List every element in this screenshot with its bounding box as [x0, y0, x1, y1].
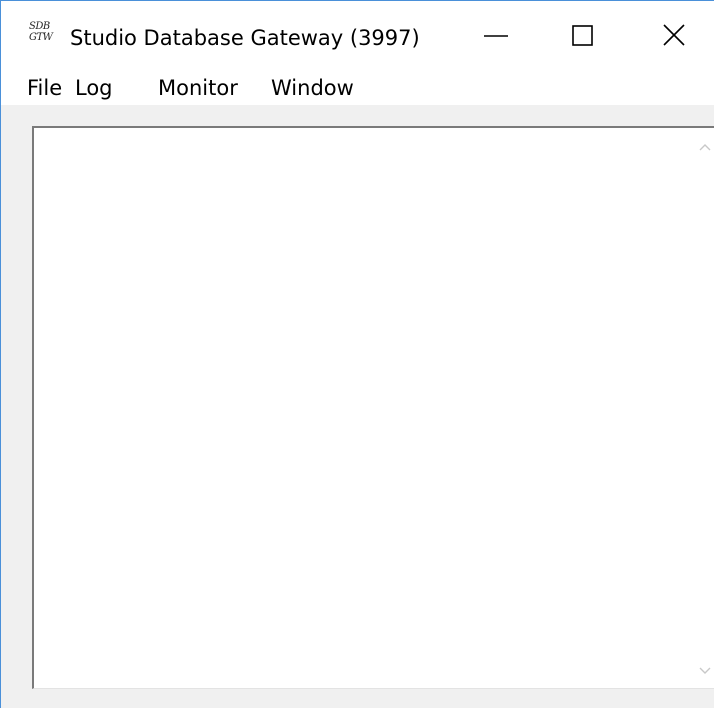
maximize-icon [572, 25, 593, 46]
close-icon [663, 24, 685, 46]
app-window: SDB GTW Studio Database Gateway (3997) F… [0, 0, 714, 708]
menu-bar: File Log Monitor Window [1, 63, 714, 105]
client-area [1, 105, 714, 708]
maximize-button[interactable] [550, 11, 630, 59]
close-button[interactable] [634, 11, 714, 59]
chevron-down-icon[interactable] [696, 662, 714, 680]
minimize-icon [484, 35, 508, 37]
menu-file[interactable]: File [27, 75, 62, 101]
menu-log[interactable]: Log [75, 75, 113, 101]
window-title: Studio Database Gateway (3997) [70, 26, 420, 50]
vertical-scrollbar[interactable] [694, 128, 714, 688]
menu-monitor[interactable]: Monitor [158, 75, 238, 101]
menu-window[interactable]: Window [271, 75, 354, 101]
log-text-area[interactable] [32, 126, 714, 689]
title-bar[interactable]: SDB GTW Studio Database Gateway (3997) [1, 1, 714, 63]
chevron-up-icon[interactable] [696, 138, 714, 156]
minimize-button[interactable] [469, 11, 549, 59]
app-logo-icon: SDB GTW [29, 21, 53, 43]
